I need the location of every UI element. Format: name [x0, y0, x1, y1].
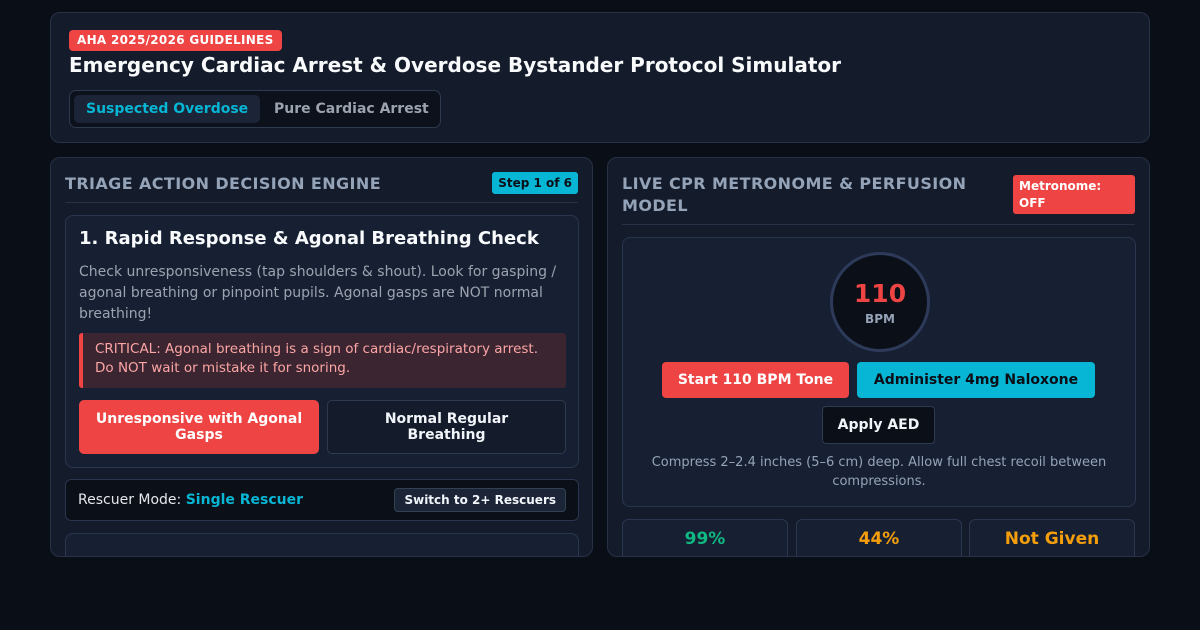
apply-aed-button[interactable]: Apply AED [822, 406, 935, 444]
bpm-unit: BPM [865, 312, 895, 326]
compression-instructions: Compress 2–2.4 inches (5–6 cm) deep. All… [651, 455, 1107, 489]
triage-panel: TRIAGE ACTION DECISION ENGINE Step 1 of … [50, 157, 593, 557]
step-title: 1. Rapid Response & Agonal Breathing Che… [79, 228, 539, 249]
guidelines-badge: AHA 2025/2026 GUIDELINES [69, 30, 282, 51]
unresponsive-agonal-button[interactable]: Unresponsive with Agonal Gasps [79, 400, 319, 454]
metronome-status-badge: Metronome: OFF [1013, 175, 1135, 214]
triage-divider [65, 202, 578, 203]
bpm-gauge: 110 BPM [830, 252, 930, 352]
step-badge: Step 1 of 6 [492, 172, 578, 194]
rescuer-mode-bar: Rescuer Mode: Single Rescuer Switch to 2… [65, 479, 579, 521]
header-card: AHA 2025/2026 GUIDELINES Emergency Cardi… [50, 12, 1150, 143]
stat-card-3: Not Given [969, 519, 1135, 556]
page-title: Emergency Cardiac Arrest & Overdose Byst… [69, 53, 842, 77]
scenario-tabs: Suspected Overdose Pure Cardiac Arrest [69, 90, 441, 128]
rescuer-mode-text: Rescuer Mode: Single Rescuer [78, 492, 303, 508]
stat-value-1: 99% [684, 529, 726, 549]
normal-breathing-button[interactable]: Normal Regular Breathing [327, 400, 566, 454]
stat-card-1: 99% [622, 519, 788, 556]
cpr-panel: LIVE CPR METRONOME & PERFUSION MODEL Met… [607, 157, 1150, 557]
rescuer-mode-value: Single Rescuer [185, 492, 304, 508]
tab-suspected-overdose[interactable]: Suspected Overdose [74, 95, 261, 123]
tab-pure-cardiac-arrest[interactable]: Pure Cardiac Arrest [262, 95, 441, 123]
stat-value-2: 44% [858, 529, 900, 549]
switch-rescuers-button[interactable]: Switch to 2+ Rescuers [394, 488, 566, 512]
cpr-divider [622, 224, 1135, 225]
stat-value-3: Not Given [1004, 529, 1100, 549]
cpr-heading: LIVE CPR METRONOME & PERFUSION MODEL [622, 174, 967, 215]
step-card: 1. Rapid Response & Agonal Breathing Che… [65, 215, 579, 468]
administer-naloxone-button[interactable]: Administer 4mg Naloxone [857, 362, 1095, 398]
triage-heading: TRIAGE ACTION DECISION ENGINE [65, 174, 382, 193]
cpr-metronome-card: 110 BPM Start 110 BPM Tone Administer 4m… [622, 237, 1136, 507]
bpm-value: 110 [853, 279, 907, 308]
start-tone-button[interactable]: Start 110 BPM Tone [662, 362, 849, 398]
rescuer-mode-label: Rescuer Mode: [78, 492, 182, 508]
step-description: Check unresponsiveness (tap shoulders & … [79, 264, 557, 322]
critical-alert: CRITICAL: Agonal breathing is a sign of … [79, 333, 566, 388]
stat-card-2: 44% [796, 519, 962, 556]
next-step-card [65, 533, 579, 556]
